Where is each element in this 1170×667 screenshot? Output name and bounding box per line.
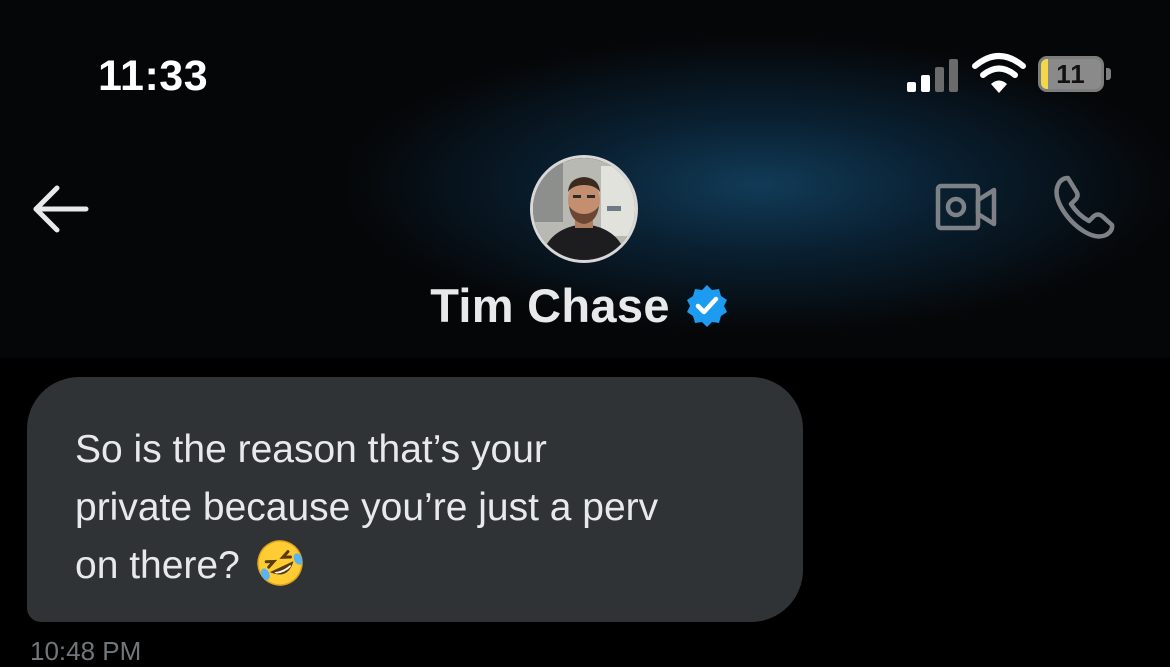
conversation-header: 11:33 11 Tim Chase bbox=[0, 0, 1170, 358]
signal-bar-4 bbox=[949, 59, 958, 92]
phone-icon bbox=[1054, 175, 1115, 239]
message-text: So is the reason that’s your private bec… bbox=[75, 421, 755, 595]
video-camera-icon bbox=[935, 183, 997, 231]
video-call-button[interactable] bbox=[934, 180, 998, 234]
signal-bar-2 bbox=[921, 75, 930, 92]
contact-name: Tim Chase bbox=[430, 279, 670, 332]
cellular-signal-icon bbox=[907, 59, 958, 92]
signal-bar-1 bbox=[907, 82, 916, 92]
rolling-on-floor-laughing-emoji-icon bbox=[256, 540, 303, 586]
arrow-left-icon bbox=[33, 185, 89, 233]
contact-avatar[interactable] bbox=[530, 155, 638, 263]
message-line-1: So is the reason that’s your bbox=[75, 428, 547, 471]
status-bar-time: 11:33 bbox=[98, 52, 209, 100]
verified-badge-icon bbox=[686, 284, 727, 327]
voice-call-button[interactable] bbox=[1052, 174, 1116, 240]
avatar-photo bbox=[533, 158, 635, 260]
battery-nub bbox=[1106, 68, 1111, 80]
message-bubble[interactable]: So is the reason that’s your private bec… bbox=[27, 377, 803, 622]
battery-percent: 11 bbox=[1056, 58, 1086, 89]
back-button[interactable] bbox=[30, 183, 92, 235]
message-line-3: on there? bbox=[75, 544, 240, 587]
message-timestamp: 10:48 PM bbox=[30, 636, 142, 666]
wifi-icon bbox=[972, 53, 1026, 93]
signal-bar-3 bbox=[935, 67, 944, 92]
contact-name-row[interactable]: Tim Chase bbox=[0, 278, 1170, 333]
battery-icon: 11 bbox=[1038, 56, 1104, 92]
message-line-2: private because you’re just a perv bbox=[75, 486, 659, 529]
